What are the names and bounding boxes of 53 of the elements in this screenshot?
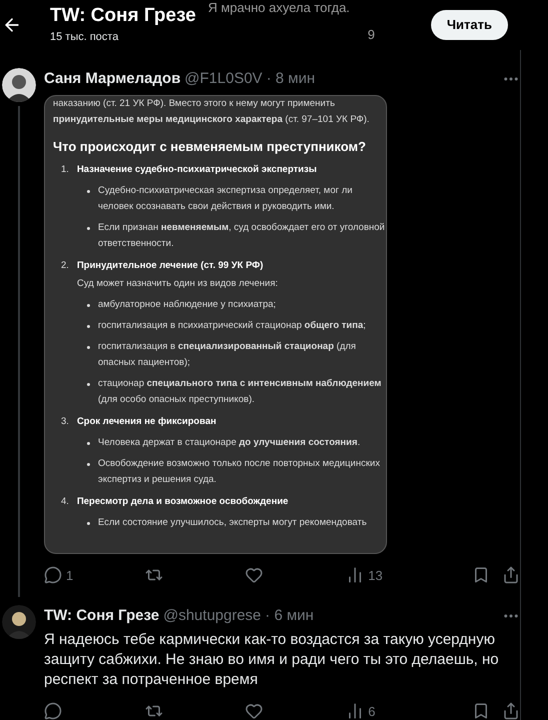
- bullet-text: госпитализация в психиатрический стационар общего типа;: [98, 318, 366, 332]
- author-name[interactable]: Саня Мармеладов: [44, 68, 181, 90]
- share-icon[interactable]: [502, 702, 520, 720]
- reply-icon[interactable]: [44, 702, 62, 720]
- avatar[interactable]: [2, 605, 36, 639]
- post-time: · 8 мин: [266, 69, 315, 89]
- reply-icon[interactable]: [44, 566, 62, 584]
- follow-button[interactable]: Читать: [430, 10, 508, 40]
- bullet-icon: [87, 226, 90, 230]
- author-name[interactable]: TW: Соня Грезе: [44, 605, 160, 628]
- post-count: 15 тыс. поста: [50, 30, 118, 45]
- bullet-text: Освобождение возможно только после повторных медицинских экспертиз и решения суда.: [98, 456, 381, 486]
- document-text: Суд может назначить один из видов лечения:: [76, 276, 279, 290]
- share-icon[interactable]: [502, 566, 520, 584]
- author-handle[interactable]: @shutupgrese: [163, 605, 262, 628]
- bullet-icon: [87, 522, 90, 524]
- document-heading: Что происходит с невменяемым преступником?: [53, 138, 367, 156]
- bullet-icon: [87, 462, 90, 466]
- reply-count: 1: [66, 566, 74, 584]
- list-number: 2.: [61, 258, 69, 272]
- list-heading: Принудительное лечение (ст. 99 УК РФ): [76, 258, 264, 272]
- list-heading: Назначение судебно-психиатрической экспертизы: [76, 162, 317, 176]
- bullet-icon: [87, 346, 90, 348]
- bullet-text: Если состояние улучшилось, эксперты могут рекомендовать: [98, 516, 367, 530]
- bullet-icon: [87, 304, 90, 306]
- profile-title: TW: Соня Грезе: [50, 4, 196, 27]
- bullet-icon: [87, 324, 90, 328]
- author-handle[interactable]: @F1L0S0V: [184, 68, 262, 90]
- bullet-text: Судебно-психиатрическая экспертиза определяет, мог ли человек осознавать свои действия и руководить ими.: [98, 184, 354, 214]
- bullet-text: амбулаторное наблюдение у психиатра;: [98, 298, 276, 312]
- view-count: 13: [368, 566, 383, 584]
- like-icon[interactable]: [245, 566, 264, 584]
- bullet-text: госпитализация в специализированный стационар (для опасных пациентов);: [98, 340, 357, 370]
- bullet-icon: [87, 442, 90, 444]
- document-paragraph: наказанию (ст. 21 УК РФ). Вместо этого к нему могут применить принудительные меры медицинского характера (ст. 97–101 УК РФ).: [53, 96, 370, 126]
- list-heading: Пересмотр дела и возможное освобождение: [76, 494, 288, 508]
- list-heading: Срок лечения не фиксирован: [76, 414, 216, 428]
- document-screenshot[interactable]: [44, 94, 387, 554]
- bullet-text: стационар специального типа с интенсивным наблюдением (для особо опасных преступников).: [98, 376, 382, 406]
- view-count: 9: [368, 26, 375, 44]
- post-time: · 6 мин: [265, 606, 314, 626]
- list-number: 1.: [61, 162, 69, 176]
- tweet-text: Я надеюсь тебе кармически как-то воздастся за такую усердную защиту сабжихи. Не знаю во имя и ради чего ты это делаешь, но респект за потраченное время: [44, 630, 500, 690]
- bullet-text: Если признан невменяемым, суд освобождает его от уголовной ответственности.: [98, 220, 386, 250]
- avatar[interactable]: [2, 68, 36, 102]
- previous-tweet-text: Я мрачно ахуела тогда.: [208, 1, 350, 15]
- view-count: 6: [368, 702, 376, 720]
- list-number: 3.: [61, 414, 69, 428]
- list-number: 4.: [61, 494, 69, 508]
- bullet-text: Человека держат в стационаре до улучшения состояния.: [98, 436, 360, 450]
- bullet-icon: [87, 382, 90, 386]
- like-icon[interactable]: [245, 702, 264, 720]
- bullet-icon: [87, 190, 90, 192]
